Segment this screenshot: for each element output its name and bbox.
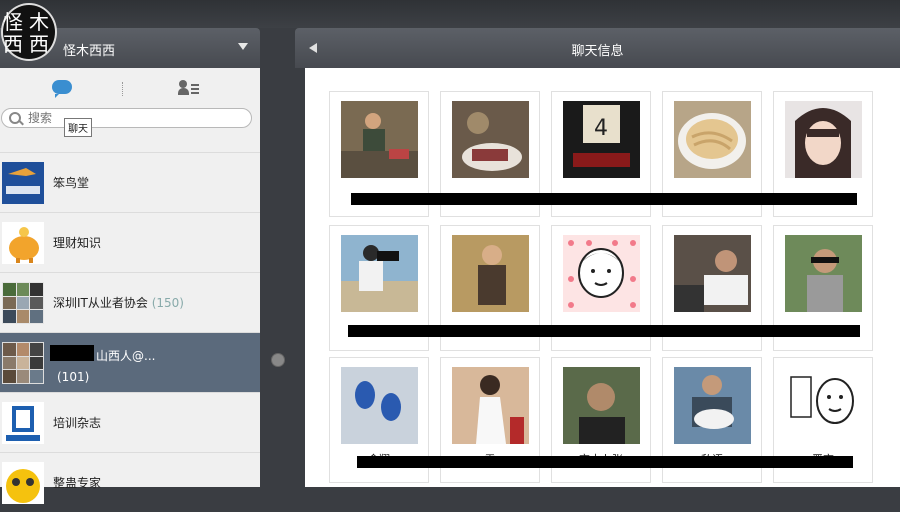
- list-item[interactable]: 笨鸟堂: [0, 152, 260, 212]
- member-photo: [341, 101, 418, 178]
- member-photo: [452, 367, 529, 444]
- conversation-avatar: [2, 462, 44, 504]
- search-icon: [9, 112, 21, 124]
- list-item[interactable]: 深圳IT从业者协会 (150): [0, 272, 260, 332]
- member-grid: 4: [305, 68, 900, 487]
- member-photo: [674, 235, 751, 312]
- conversation-name: 笨鸟堂: [53, 176, 90, 190]
- member-photo: 4: [563, 101, 640, 178]
- conversation-name: 理财知识: [53, 236, 102, 250]
- window-top-bar: [0, 0, 900, 28]
- member-photo: [452, 101, 529, 178]
- member-photo: [341, 235, 418, 312]
- conversation-name: 深圳IT从业者协会 (150): [53, 296, 184, 310]
- conversation-name: 山西人@...: [96, 349, 156, 363]
- avatar-text-bottom: 西西: [3, 32, 55, 56]
- tooltip: 聊天: [64, 118, 92, 137]
- conversation-avatar: [2, 402, 44, 444]
- redaction-bar: [348, 325, 860, 337]
- member-photo: [785, 235, 862, 312]
- redaction-bar: [351, 193, 857, 205]
- list-item-active[interactable]: 山西人@... (101): [0, 332, 260, 392]
- page-title: 聊天信息: [571, 44, 624, 59]
- member-photo: [674, 367, 751, 444]
- member-photo: [563, 235, 640, 312]
- search-box[interactable]: [1, 108, 252, 128]
- member-photo: [341, 367, 418, 444]
- chat-bubble-icon[interactable]: [52, 80, 72, 98]
- list-item[interactable]: 培训杂志: [0, 392, 260, 452]
- search-input[interactable]: [28, 110, 228, 126]
- conversation-name: 整蛊专家: [53, 476, 102, 490]
- tab-divider: [122, 82, 124, 96]
- conversation-name: 培训杂志: [53, 416, 102, 430]
- user-avatar[interactable]: 怪木 西西: [1, 3, 57, 61]
- member-photo: [452, 235, 529, 312]
- panel-tabs: [0, 68, 260, 104]
- member-photo: [674, 101, 751, 178]
- conversation-avatar: [2, 162, 44, 204]
- member-photo: [563, 367, 640, 444]
- member-photo: [785, 101, 862, 178]
- avatar-text-top: 怪木: [3, 10, 55, 34]
- list-item[interactable]: 理财知识: [0, 212, 260, 272]
- conversation-list: 笨鸟堂 理财知识 深圳IT从业者协会 (150) 山西人@... (101) 培…: [0, 152, 260, 512]
- redaction-bar: [50, 345, 94, 361]
- conversation-avatar: [2, 342, 44, 384]
- conversation-panel: 笨鸟堂 理财知识 深圳IT从业者协会 (150): [0, 68, 260, 504]
- user-name: 怪木西西: [63, 44, 116, 59]
- list-item[interactable]: 整蛊专家: [0, 452, 260, 512]
- conversation-avatar: [2, 222, 44, 264]
- member-count: (101): [57, 370, 90, 384]
- svg-text:4: 4: [594, 116, 608, 141]
- member-photo: [785, 367, 862, 444]
- conversation-avatar: [2, 282, 44, 324]
- chat-info-header: 聊天信息: [295, 28, 900, 68]
- splitter-handle[interactable]: [271, 353, 285, 367]
- redaction-bar: [357, 456, 853, 468]
- dropdown-arrow-icon[interactable]: [238, 43, 248, 50]
- contacts-icon[interactable]: [178, 80, 200, 96]
